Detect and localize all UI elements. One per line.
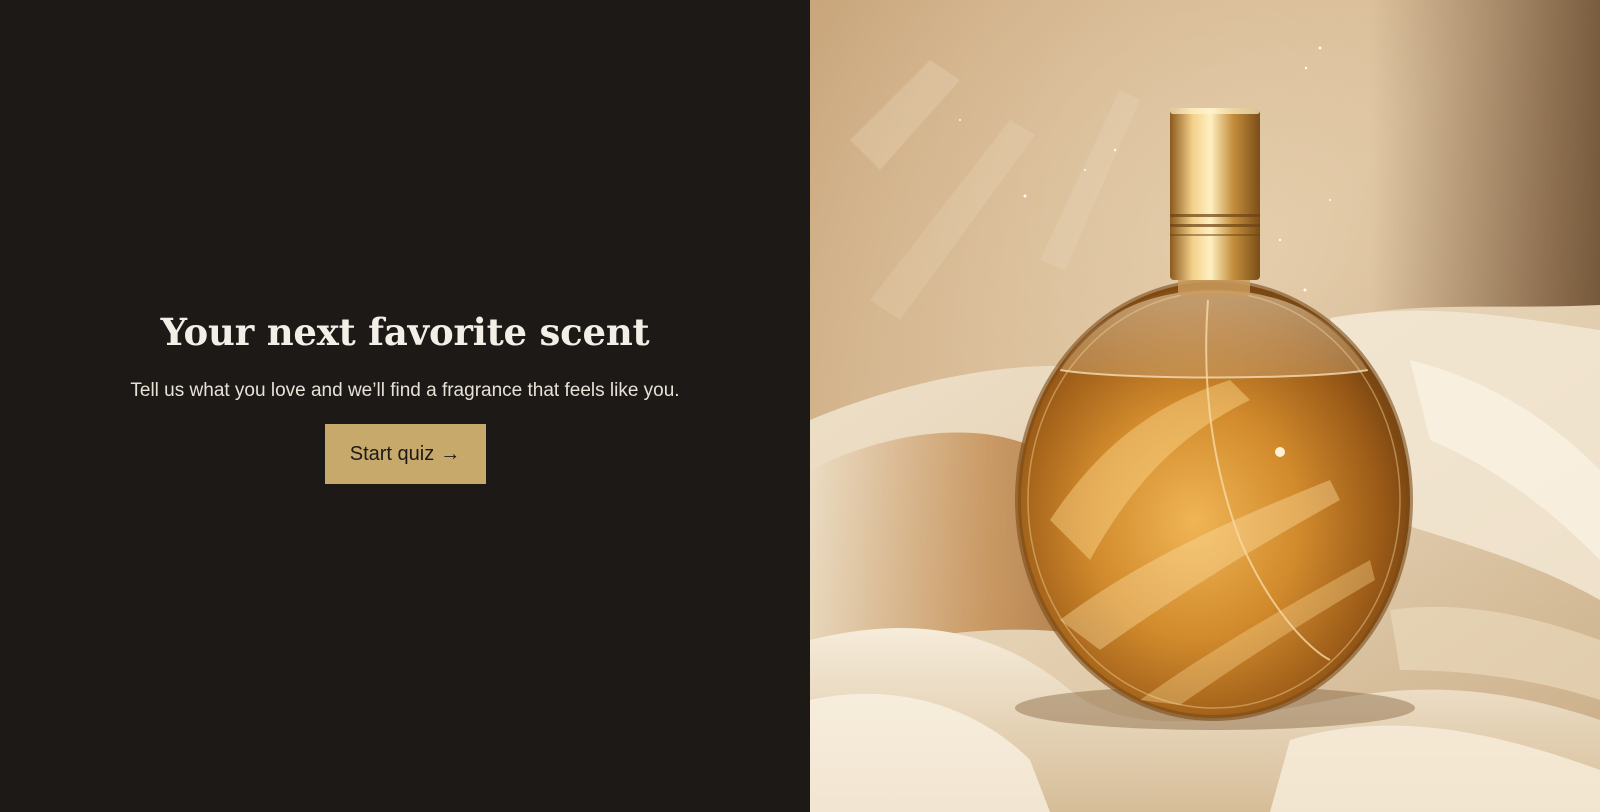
arrow-right-icon: → [440,442,461,465]
quiz-landing-page: Your next favorite scent Tell us what yo… [0,0,1600,812]
hero-subtitle: Tell us what you love and we’ll find a f… [130,380,680,401]
hero-image-panel [810,0,1600,812]
hero-title: Your next favorite scent [160,310,650,354]
perfume-bottle-image [810,0,1600,812]
start-quiz-button[interactable]: Start quiz → [324,424,486,484]
hero-panel: Your next favorite scent Tell us what yo… [0,0,810,812]
start-quiz-label: Start quiz [349,442,435,465]
